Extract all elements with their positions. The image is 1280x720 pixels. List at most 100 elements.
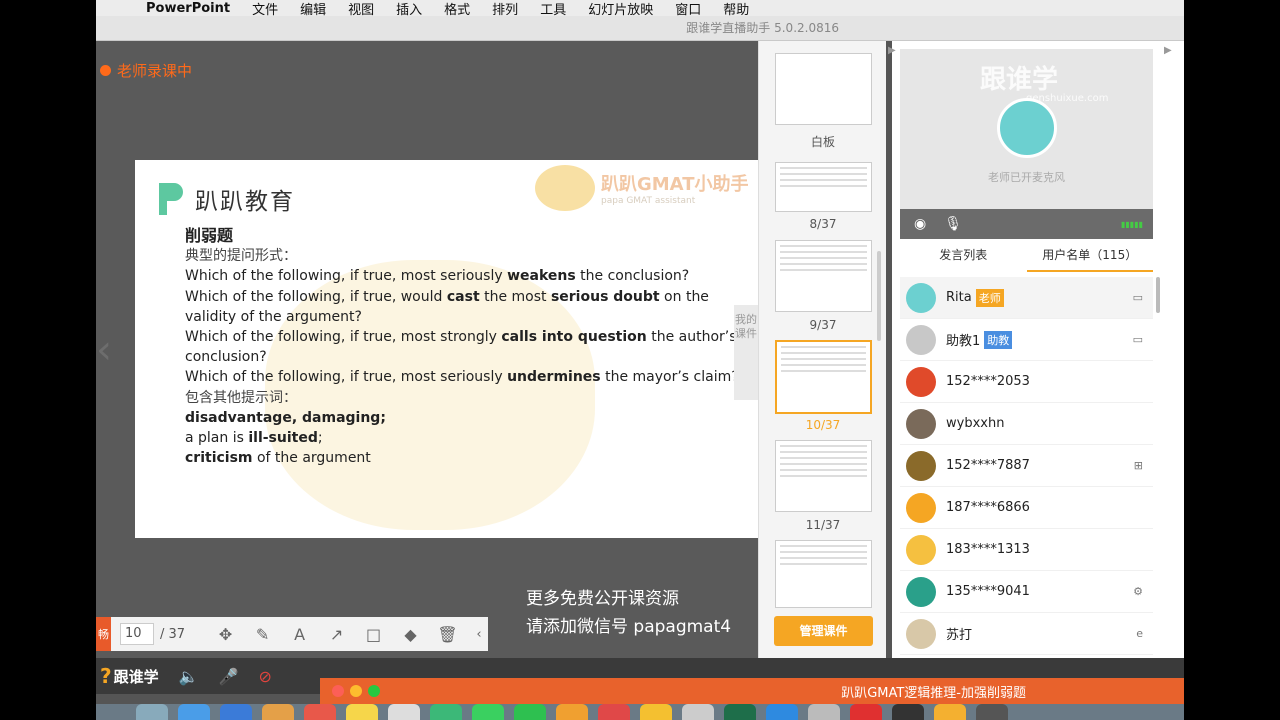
toolbar-tag: 畅 <box>96 617 111 651</box>
dock-app-icon[interactable] <box>304 704 336 720</box>
user-name: 苏打 <box>946 628 973 643</box>
dock-app-icon[interactable] <box>472 704 504 720</box>
menu-file[interactable]: 文件 <box>252 0 278 18</box>
page-total: / 37 <box>160 626 186 642</box>
slide-toolbar: 畅 10 / 37 ✥ ✎ A ↗ □ ◆ 🗑 ‹ <box>96 617 488 651</box>
dock-app-icon[interactable] <box>136 704 168 720</box>
dock-app-icon[interactable] <box>430 704 462 720</box>
dock-app-icon[interactable] <box>976 704 1008 720</box>
expand-right-icon[interactable]: ▶ <box>1164 45 1172 56</box>
speaker-icon[interactable]: 🔈 <box>179 667 199 686</box>
mic-muted-icon[interactable]: 🎤 <box>219 667 239 686</box>
slide-content: 削弱题 典型的提问形式： Which of the following, if … <box>185 226 745 468</box>
thumbnail[interactable] <box>775 162 872 212</box>
rectangle-icon[interactable]: □ <box>355 625 392 644</box>
teacher-video: 跟谁学 genshuixue.com 老师已开麦克风 ◉ 🎙 ▮▮▮▮▮ <box>900 49 1153 239</box>
thumbnail-scrollbar[interactable] <box>877 251 881 341</box>
my-courseware-tab[interactable]: 我的课件 <box>734 305 758 400</box>
menu-window[interactable]: 窗口 <box>675 0 701 18</box>
recording-status: 老师录课中 <box>100 60 192 81</box>
camera-off-icon[interactable]: ⊘ <box>258 667 271 686</box>
thumbnail-selected[interactable] <box>775 340 872 414</box>
dock-app-icon[interactable] <box>262 704 294 720</box>
dock-app-icon[interactable] <box>220 704 252 720</box>
screen: PowerPoint 文件 编辑 视图 插入 格式 排列 工具 幻灯片放映 窗口… <box>96 0 1184 720</box>
thumbnail-panel: 白板 8/37 9/37 10/37 11/37 管理课件 <box>758 41 886 658</box>
thumbnail[interactable] <box>775 540 872 608</box>
tab-speak-list[interactable]: 发言列表 <box>900 242 1027 272</box>
logo-text: 趴趴教育 <box>195 189 295 215</box>
user-row[interactable]: 187****6866 <box>900 487 1153 529</box>
user-row[interactable]: 苏打 e <box>900 613 1153 655</box>
user-avatar <box>906 534 936 565</box>
dock-app-icon[interactable] <box>346 704 378 720</box>
menu-arrange[interactable]: 排列 <box>492 0 518 18</box>
right-panel: ▶ 跟谁学 genshuixue.com 老师已开麦克风 ◉ 🎙 ▮▮▮▮▮ 发… <box>888 41 1184 658</box>
menu-slideshow[interactable]: 幻灯片放映 <box>588 0 653 18</box>
user-list: Rita 老师 ▭ 助教1 助教 ▭ 152****2053 wybxxhn 152****78… <box>900 277 1153 655</box>
role-badge: 老师 <box>975 288 1004 307</box>
menu-insert[interactable]: 插入 <box>396 0 422 18</box>
dock-app-icon[interactable] <box>808 704 840 720</box>
user-row[interactable]: wybxxhn <box>900 403 1153 445</box>
dock-app-icon[interactable] <box>178 704 210 720</box>
user-row[interactable]: Rita 老师 ▭ <box>900 277 1153 319</box>
pen-icon[interactable]: ✎ <box>244 625 281 644</box>
thumbnail[interactable] <box>775 440 872 512</box>
user-row[interactable]: 152****7887 ⊞ <box>900 445 1153 487</box>
tab-user-list[interactable]: 用户名单（115） <box>1026 242 1153 272</box>
thumbnail[interactable] <box>775 240 872 312</box>
menu-edit[interactable]: 编辑 <box>300 0 326 18</box>
camera-icon[interactable]: ◉ <box>914 216 926 232</box>
dock-app-icon[interactable] <box>682 704 714 720</box>
user-name: 187****6866 <box>946 500 1030 515</box>
question-3: Which of the following, if true, most st… <box>185 329 737 366</box>
user-name: 135****9041 <box>946 584 1030 599</box>
close-icon[interactable] <box>332 685 344 697</box>
page-input[interactable]: 10 <box>120 623 154 645</box>
thumbnail-whiteboard[interactable] <box>775 53 872 125</box>
menu-format[interactable]: 格式 <box>444 0 470 18</box>
app-menu[interactable]: PowerPoint <box>146 1 230 16</box>
microphone-icon[interactable]: 🎙 <box>944 216 962 232</box>
user-row[interactable]: 助教1 助教 ▭ <box>900 319 1153 361</box>
user-row[interactable]: 135****9041 ⚙ <box>900 571 1153 613</box>
manage-courseware-button[interactable]: 管理课件 <box>774 616 873 646</box>
user-avatar <box>906 492 936 523</box>
question-1: Which of the following, if true, most se… <box>185 268 690 285</box>
text-icon[interactable]: A <box>281 625 318 644</box>
menu-help[interactable]: 帮助 <box>723 0 749 18</box>
dock-app-icon[interactable] <box>766 704 798 720</box>
arrow-icon[interactable]: ↗ <box>318 625 355 644</box>
user-avatar <box>906 282 936 313</box>
keyword-1: disadvantage, damaging; <box>185 409 386 426</box>
dock-app-icon[interactable] <box>850 704 882 720</box>
user-avatar <box>906 618 936 649</box>
maximize-icon[interactable] <box>368 685 380 697</box>
minimize-icon[interactable] <box>350 685 362 697</box>
user-list-scrollbar[interactable] <box>1156 277 1160 313</box>
keyword-3: criticism of the argument <box>185 450 371 467</box>
prev-slide-icon[interactable]: ‹ <box>96 330 112 370</box>
dock-app-icon[interactable] <box>640 704 672 720</box>
menu-tools[interactable]: 工具 <box>540 0 566 18</box>
user-avatar <box>906 366 936 397</box>
thumbnail-label: 11/37 <box>805 518 841 532</box>
question-4: Which of the following, if true, most se… <box>185 369 739 386</box>
user-name: 183****1313 <box>946 542 1030 557</box>
dock-app-icon[interactable] <box>724 704 756 720</box>
trash-icon[interactable]: 🗑 <box>429 625 466 644</box>
dock-app-icon[interactable] <box>892 704 924 720</box>
user-row[interactable]: 183****1313 <box>900 529 1153 571</box>
eraser-icon[interactable]: ◆ <box>392 625 429 644</box>
move-icon[interactable]: ✥ <box>207 625 244 644</box>
dock-app-icon[interactable] <box>556 704 588 720</box>
expand-icon[interactable]: ▶ <box>888 45 896 56</box>
menu-view[interactable]: 视图 <box>348 0 374 18</box>
dock-app-icon[interactable] <box>388 704 420 720</box>
dock-app-icon[interactable] <box>598 704 630 720</box>
dock-app-icon[interactable] <box>934 704 966 720</box>
user-row[interactable]: 152****2053 <box>900 361 1153 403</box>
collapse-icon[interactable]: ‹ <box>470 627 488 642</box>
dock-app-icon[interactable] <box>514 704 546 720</box>
